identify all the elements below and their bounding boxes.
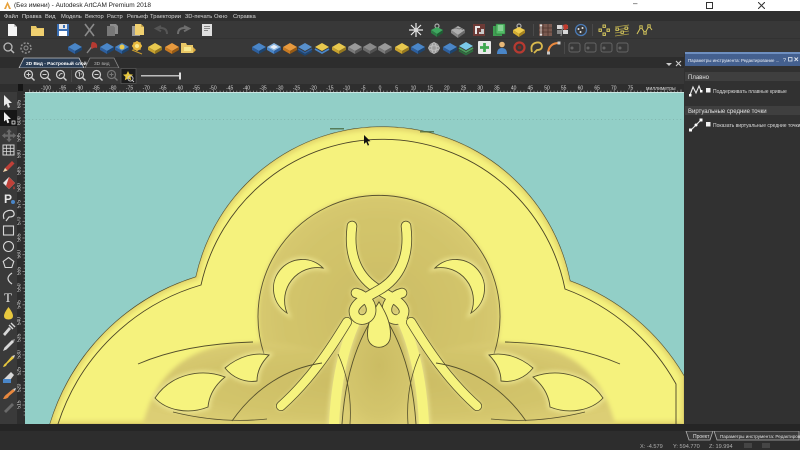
svg-text:65: 65 [594, 86, 600, 92]
svg-text:3D вид: 3D вид [94, 61, 110, 67]
svg-text:Файл: Файл [4, 13, 18, 20]
svg-text:520: 520 [17, 384, 23, 393]
svg-text:Растр: Растр [107, 14, 123, 20]
svg-text:-35: -35 [259, 86, 266, 92]
svg-text:-70: -70 [143, 86, 150, 92]
svg-text:-30: -30 [276, 86, 283, 92]
svg-text:Проект: Проект [693, 434, 710, 440]
svg-text:-85: -85 [92, 86, 99, 92]
svg-text:2D Вид - Растровый слой: 2D Вид - Растровый слой [26, 60, 87, 67]
svg-text:T: T [4, 290, 12, 305]
svg-text:-95: -95 [59, 86, 66, 92]
svg-text:600: 600 [17, 116, 23, 125]
svg-text:10: 10 [411, 86, 417, 92]
svg-text:-5: -5 [361, 86, 366, 92]
svg-text:-100: -100 [41, 86, 51, 92]
svg-text:Модель: Модель [61, 14, 82, 20]
svg-text:15: 15 [427, 86, 433, 92]
svg-text:P: P [4, 192, 12, 206]
svg-text:-50: -50 [209, 86, 216, 92]
svg-text:Параметры инструмента: Редакти: Параметры инструмента: Редактирование ..… [688, 58, 779, 63]
svg-text:-40: -40 [243, 86, 250, 92]
svg-text:570: 570 [17, 217, 23, 226]
svg-text:515: 515 [17, 400, 23, 409]
svg-text:-65: -65 [159, 86, 166, 92]
svg-text:Окно: Окно [214, 14, 227, 20]
svg-text:-90: -90 [76, 86, 83, 92]
svg-text:-45: -45 [226, 86, 233, 92]
svg-text:580: 580 [17, 183, 23, 192]
svg-text:-55: -55 [193, 86, 200, 92]
svg-text:0: 0 [379, 86, 382, 92]
svg-text:50: 50 [544, 86, 550, 92]
svg-text:605: 605 [17, 100, 23, 109]
svg-text:Справка: Справка [233, 14, 257, 20]
svg-text:565: 565 [17, 233, 23, 242]
svg-text:25: 25 [461, 86, 467, 92]
svg-text:525: 525 [17, 367, 23, 376]
svg-text:55: 55 [561, 86, 567, 92]
svg-text:70: 70 [611, 86, 617, 92]
svg-text:Поддерживать плавные кривые: Поддерживать плавные кривые [713, 89, 787, 95]
svg-text:75: 75 [628, 86, 634, 92]
svg-text:Y: 594.770: Y: 594.770 [673, 444, 700, 450]
svg-text:540: 540 [17, 317, 23, 326]
svg-text:575: 575 [17, 200, 23, 209]
svg-text:555: 555 [17, 267, 23, 276]
svg-text:-10: -10 [343, 86, 350, 92]
svg-text:Плавно: Плавно [688, 75, 710, 81]
svg-text:Виртуальные средние точки: Виртуальные средние точки [688, 109, 767, 115]
svg-text:3D-печать: 3D-печать [185, 14, 212, 20]
svg-text:560: 560 [17, 250, 23, 259]
svg-text:550: 550 [17, 283, 23, 292]
svg-text:590: 590 [17, 150, 23, 159]
svg-text:530: 530 [17, 350, 23, 359]
svg-text:?: ? [783, 58, 786, 64]
svg-text:Траектории: Траектории [150, 14, 181, 20]
svg-text:535: 535 [17, 333, 23, 342]
svg-text:5: 5 [395, 86, 398, 92]
svg-text:Параметры инструмента: Редакти: Параметры инструмента: Редактиров... [720, 434, 800, 439]
svg-text:40: 40 [511, 86, 517, 92]
svg-text:20: 20 [444, 86, 450, 92]
svg-text:60: 60 [578, 86, 584, 92]
svg-text:30: 30 [477, 86, 483, 92]
svg-text:595: 595 [17, 133, 23, 142]
svg-text:Z: 19.994: Z: 19.994 [709, 444, 733, 450]
svg-text:-20: -20 [310, 86, 317, 92]
svg-text:-75: -75 [126, 86, 133, 92]
svg-text:X: -4.579: X: -4.579 [640, 444, 663, 450]
svg-text:Рельеф: Рельеф [127, 14, 148, 20]
svg-text:45: 45 [528, 86, 534, 92]
svg-text:-25: -25 [293, 86, 300, 92]
svg-text:-15: -15 [326, 86, 333, 92]
svg-text:545: 545 [17, 300, 23, 309]
svg-text:Вид: Вид [45, 14, 56, 20]
svg-text:-80: -80 [109, 86, 116, 92]
svg-text:Вектор: Вектор [85, 14, 104, 20]
svg-text:35: 35 [494, 86, 500, 92]
svg-text:Правка: Правка [22, 14, 42, 20]
svg-text:585: 585 [17, 166, 23, 175]
svg-text:-60: -60 [176, 86, 183, 92]
svg-text:Показать виртуальные средние т: Показать виртуальные средние точки [713, 123, 800, 129]
